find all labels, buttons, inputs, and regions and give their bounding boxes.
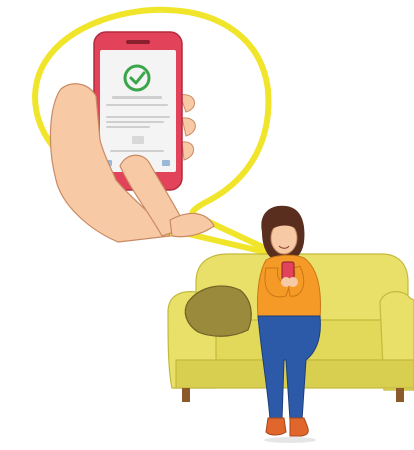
- illustration-scene: [32, 6, 414, 443]
- sofa-leg: [396, 388, 404, 402]
- shoe-right: [289, 417, 309, 437]
- floor-shadow: [264, 437, 316, 443]
- woman-figure: [257, 205, 321, 437]
- sofa-leg: [182, 388, 190, 402]
- phone-screen: [100, 50, 176, 172]
- phone-speaker: [126, 40, 150, 44]
- shoe-left: [265, 417, 287, 436]
